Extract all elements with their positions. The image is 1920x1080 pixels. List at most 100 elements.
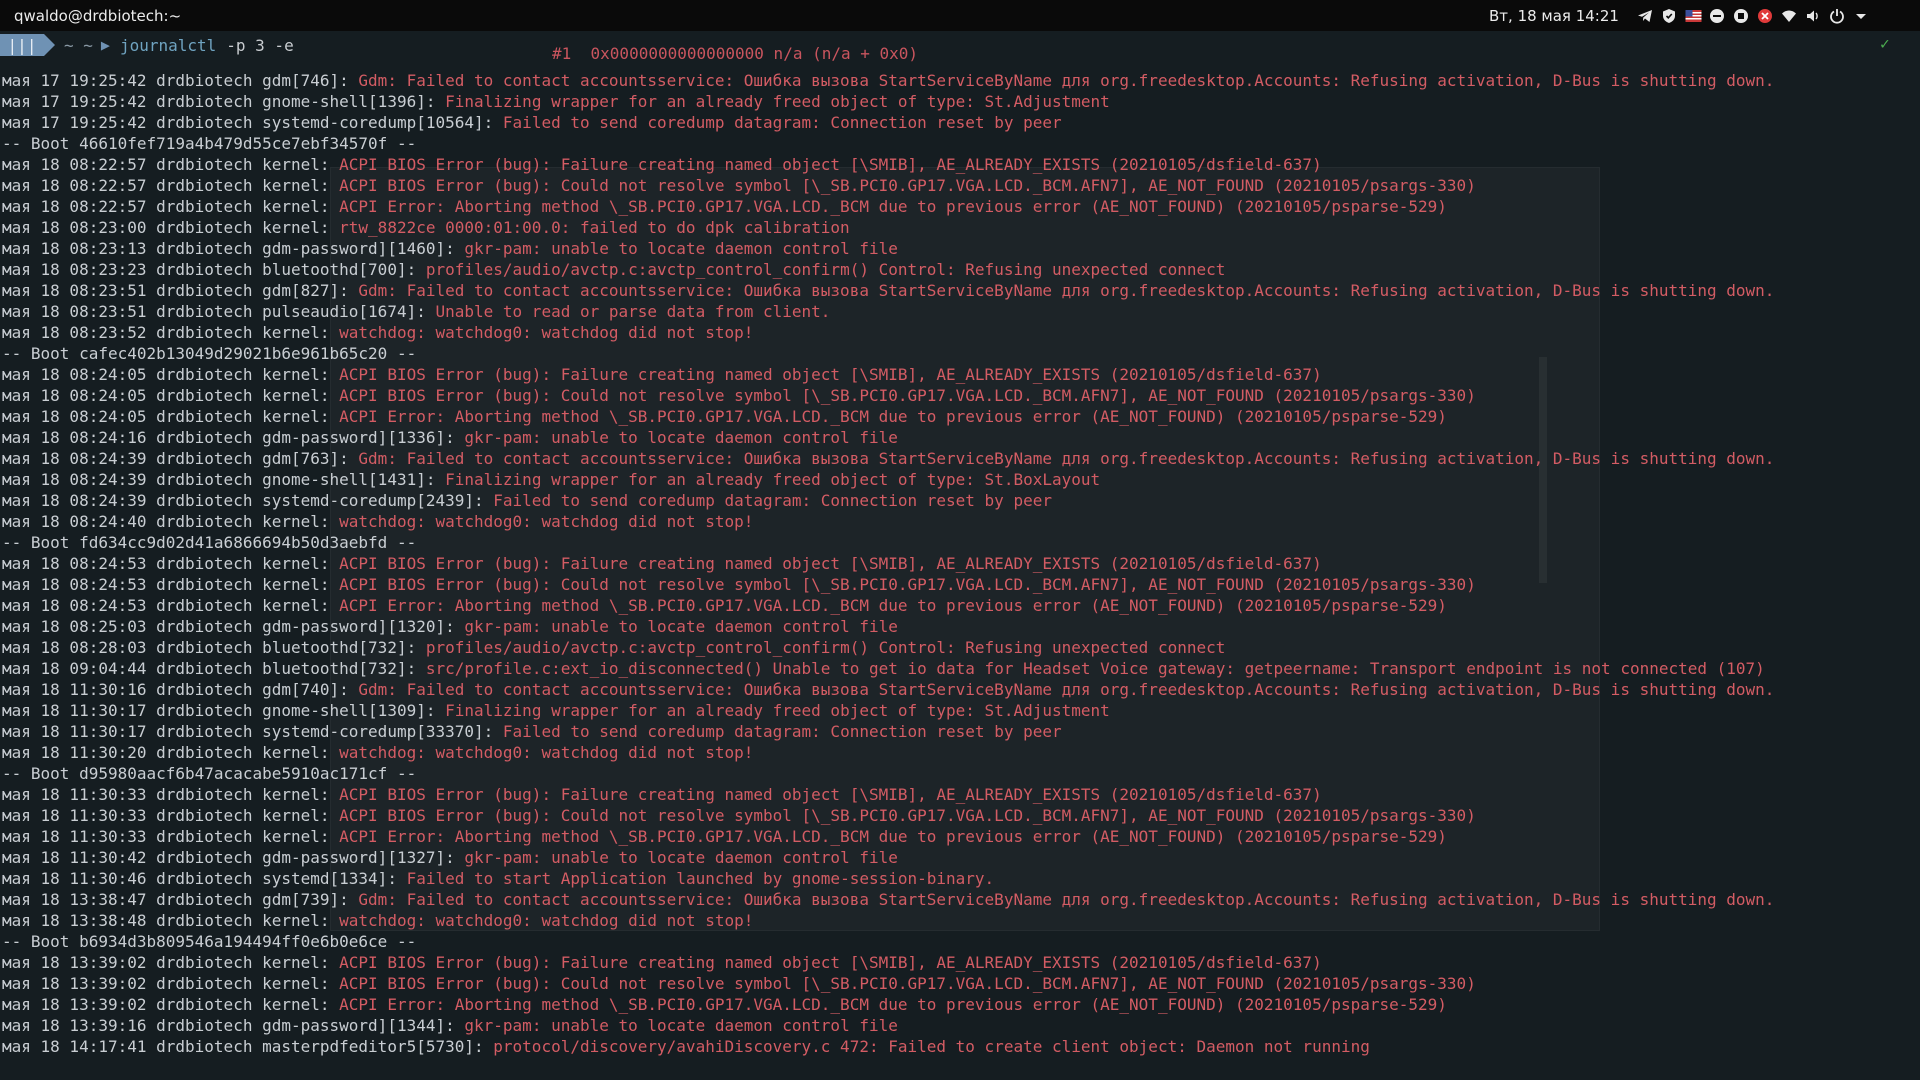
- log-line-prefix: мая 18 14:17:41 drdbiotech masterpdfedit…: [2, 1037, 484, 1056]
- log-line-prefix: мая 18 11:30:33 drdbiotech kernel:: [2, 827, 330, 846]
- log-line-message: Failed to start Application launched by …: [396, 869, 995, 888]
- log-line-prefix: мая 18 13:38:48 drdbiotech kernel:: [2, 911, 330, 930]
- log-line-message: protocol/discovery/avahiDiscovery.c 472:…: [483, 1037, 1370, 1056]
- log-line-prefix: мая 18 11:30:16 drdbiotech gdm[740]:: [2, 680, 349, 699]
- log-line: мая 18 11:30:33 drdbiotech kernel: ACPI …: [2, 826, 1774, 847]
- log-line-message: Finalizing wrapper for an already freed …: [435, 470, 1101, 489]
- log-line-prefix: мая 18 08:24:39 drdbiotech gdm[763]:: [2, 449, 349, 468]
- status-ok-icon: ✓: [1880, 34, 1890, 53]
- log-line: мая 18 08:23:51 drdbiotech gdm[827]: Gdm…: [2, 280, 1774, 301]
- log-line-message: ACPI Error: Aborting method \_SB.PCI0.GP…: [329, 407, 1447, 426]
- log-line: мая 18 08:24:53 drdbiotech kernel: ACPI …: [2, 574, 1774, 595]
- log-line: мая 18 08:28:03 drdbiotech bluetoothd[73…: [2, 637, 1774, 658]
- boot-separator: -- Boot 46610fef719a4b479d55ce7ebf34570f…: [2, 133, 1774, 154]
- log-line: мая 18 11:30:16 drdbiotech gdm[740]: Gdm…: [2, 679, 1774, 700]
- log-line: мая 18 14:17:41 drdbiotech masterpdfedit…: [2, 1036, 1774, 1057]
- log-line: мая 18 08:23:52 drdbiotech kernel: watch…: [2, 322, 1774, 343]
- prompt-badge: |||: [0, 34, 55, 56]
- log-line-prefix: мая 18 08:24:05 drdbiotech kernel:: [2, 386, 330, 405]
- log-line-prefix: мая 18 08:22:57 drdbiotech kernel:: [2, 155, 330, 174]
- log-line: мая 18 13:39:16 drdbiotech gdm-password]…: [2, 1015, 1774, 1036]
- minus-circle-icon[interactable]: [1708, 7, 1726, 25]
- log-line-prefix: мая 18 08:23:51 drdbiotech pulseaudio[16…: [2, 302, 426, 321]
- journal-log[interactable]: мая 17 19:25:42 drdbiotech gdm[746]: Gdm…: [2, 70, 1774, 1057]
- log-line-prefix: мая 18 08:23:23 drdbiotech bluetoothd[70…: [2, 260, 417, 279]
- log-line-message: rtw_8822ce 0000:01:00.0: failed to do dp…: [329, 218, 850, 237]
- log-line-prefix: мая 18 08:23:52 drdbiotech kernel:: [2, 323, 330, 342]
- log-line: мая 18 08:24:05 drdbiotech kernel: ACPI …: [2, 385, 1774, 406]
- boot-separator-text: -- Boot cafec402b13049d29021b6e961b65c20…: [2, 344, 417, 363]
- clock[interactable]: Вт, 18 мая 14:21: [1489, 7, 1619, 25]
- log-line-prefix: мая 18 13:39:16 drdbiotech gdm-password]…: [2, 1016, 455, 1035]
- log-line-message: ACPI BIOS Error (bug): Failure creating …: [329, 785, 1322, 804]
- terminal-window[interactable]: ||| ~ ~ ▶ journalctl -p 3 -e ✓ #1 0x0000…: [0, 31, 1920, 1080]
- power-icon[interactable]: [1828, 7, 1846, 25]
- log-line: мая 18 08:22:57 drdbiotech kernel: ACPI …: [2, 196, 1774, 217]
- volume-icon[interactable]: [1804, 7, 1822, 25]
- log-line-message: gkr-pam: unable to locate daemon control…: [454, 617, 898, 636]
- log-line-message: Failed to send coredump datagram: Connec…: [493, 722, 1062, 741]
- log-line-message: ACPI BIOS Error (bug): Failure creating …: [329, 155, 1322, 174]
- prompt-arrow-icon: ▶: [100, 36, 110, 54]
- log-line-message: src/profile.c:ext_io_disconnected() Unab…: [416, 659, 1765, 678]
- log-line-prefix: мая 18 08:23:51 drdbiotech gdm[827]:: [2, 281, 349, 300]
- boot-separator-text: -- Boot 46610fef719a4b479d55ce7ebf34570f…: [2, 134, 417, 153]
- log-line-message: Gdm: Failed to contact accountsservice: …: [348, 71, 1775, 90]
- boot-separator: -- Boot fd634cc9d02d41a6866694b50d3aebfd…: [2, 532, 1774, 553]
- telegram-icon[interactable]: [1636, 7, 1654, 25]
- log-line-message: ACPI Error: Aborting method \_SB.PCI0.GP…: [329, 995, 1447, 1014]
- boot-separator-text: -- Boot d95980aacf6b47acacabe5910ac171cf…: [2, 764, 417, 783]
- log-line: мая 18 08:24:53 drdbiotech kernel: ACPI …: [2, 595, 1774, 616]
- log-line: мая 18 13:38:47 drdbiotech gdm[739]: Gdm…: [2, 889, 1774, 910]
- log-line: мая 18 11:30:33 drdbiotech kernel: ACPI …: [2, 805, 1774, 826]
- log-line-prefix: мая 18 08:23:13 drdbiotech gdm-password]…: [2, 239, 455, 258]
- close-circle-icon[interactable]: [1756, 7, 1774, 25]
- log-line-prefix: мая 18 11:30:17 drdbiotech systemd-cored…: [2, 722, 494, 741]
- stop-circle-icon[interactable]: [1732, 7, 1750, 25]
- stack-frame-line: #1 0x0000000000000000 n/a (n/a + 0x0): [552, 44, 919, 63]
- log-line-message: gkr-pam: unable to locate daemon control…: [454, 1016, 898, 1035]
- log-line-prefix: мая 18 08:24:53 drdbiotech kernel:: [2, 554, 330, 573]
- prompt-command: journalctl: [119, 35, 217, 55]
- system-tray: [1636, 0, 1876, 31]
- log-line: мая 18 08:23:00 drdbiotech kernel: rtw_8…: [2, 217, 1774, 238]
- flag-us-icon[interactable]: [1684, 7, 1702, 25]
- log-line-prefix: мая 17 19:25:42 drdbiotech gdm[746]:: [2, 71, 349, 90]
- log-line-message: gkr-pam: unable to locate daemon control…: [454, 428, 898, 447]
- log-line: мая 18 08:24:39 drdbiotech systemd-cored…: [2, 490, 1774, 511]
- log-line: мая 18 13:38:48 drdbiotech kernel: watch…: [2, 910, 1774, 931]
- log-line-prefix: мая 17 19:25:42 drdbiotech gnome-shell[1…: [2, 92, 436, 111]
- shield-icon[interactable]: [1660, 7, 1678, 25]
- log-line-message: ACPI BIOS Error (bug): Could not resolve…: [329, 176, 1476, 195]
- log-line: мая 17 19:25:42 drdbiotech systemd-cored…: [2, 112, 1774, 133]
- log-line-prefix: мая 18 11:30:33 drdbiotech kernel:: [2, 785, 330, 804]
- log-line-message: Failed to send coredump datagram: Connec…: [493, 113, 1062, 132]
- log-line-prefix: мая 18 11:30:46 drdbiotech systemd[1334]…: [2, 869, 397, 888]
- log-line-prefix: мая 18 11:30:17 drdbiotech gnome-shell[1…: [2, 701, 436, 720]
- log-line: мая 17 19:25:42 drdbiotech gdm[746]: Gdm…: [2, 70, 1774, 91]
- log-line: мая 18 08:24:39 drdbiotech gnome-shell[1…: [2, 469, 1774, 490]
- log-line-message: ACPI Error: Aborting method \_SB.PCI0.GP…: [329, 596, 1447, 615]
- log-line-message: ACPI BIOS Error (bug): Failure creating …: [329, 554, 1322, 573]
- log-line: мая 18 08:22:57 drdbiotech kernel: ACPI …: [2, 154, 1774, 175]
- prompt-args: -p 3 -e: [226, 35, 294, 55]
- chevron-down-icon[interactable]: [1852, 7, 1870, 25]
- log-line-prefix: мая 18 08:24:16 drdbiotech gdm-password]…: [2, 428, 455, 447]
- boot-separator: -- Boot d95980aacf6b47acacabe5910ac171cf…: [2, 763, 1774, 784]
- log-line: мая 18 08:23:13 drdbiotech gdm-password]…: [2, 238, 1774, 259]
- log-line: мая 18 13:39:02 drdbiotech kernel: ACPI …: [2, 952, 1774, 973]
- log-line-message: Gdm: Failed to contact accountsservice: …: [348, 281, 1775, 300]
- log-line-prefix: мая 18 08:24:05 drdbiotech kernel:: [2, 407, 330, 426]
- shell-prompt: ||| ~ ~ ▶ journalctl -p 3 -e: [0, 34, 294, 56]
- log-line-prefix: мая 18 08:28:03 drdbiotech bluetoothd[73…: [2, 638, 417, 657]
- log-line-prefix: мая 18 13:39:02 drdbiotech kernel:: [2, 953, 330, 972]
- log-line-message: watchdog: watchdog0: watchdog did not st…: [329, 743, 754, 762]
- log-line-message: ACPI BIOS Error (bug): Failure creating …: [329, 953, 1322, 972]
- log-line-message: gkr-pam: unable to locate daemon control…: [454, 239, 898, 258]
- log-line-message: Gdm: Failed to contact accountsservice: …: [348, 680, 1775, 699]
- log-line-prefix: мая 18 13:39:02 drdbiotech kernel:: [2, 995, 330, 1014]
- wifi-icon[interactable]: [1780, 7, 1798, 25]
- log-line: мая 18 11:30:33 drdbiotech kernel: ACPI …: [2, 784, 1774, 805]
- log-line: мая 18 08:24:05 drdbiotech kernel: ACPI …: [2, 364, 1774, 385]
- log-line-message: Failed to send coredump datagram: Connec…: [483, 491, 1052, 510]
